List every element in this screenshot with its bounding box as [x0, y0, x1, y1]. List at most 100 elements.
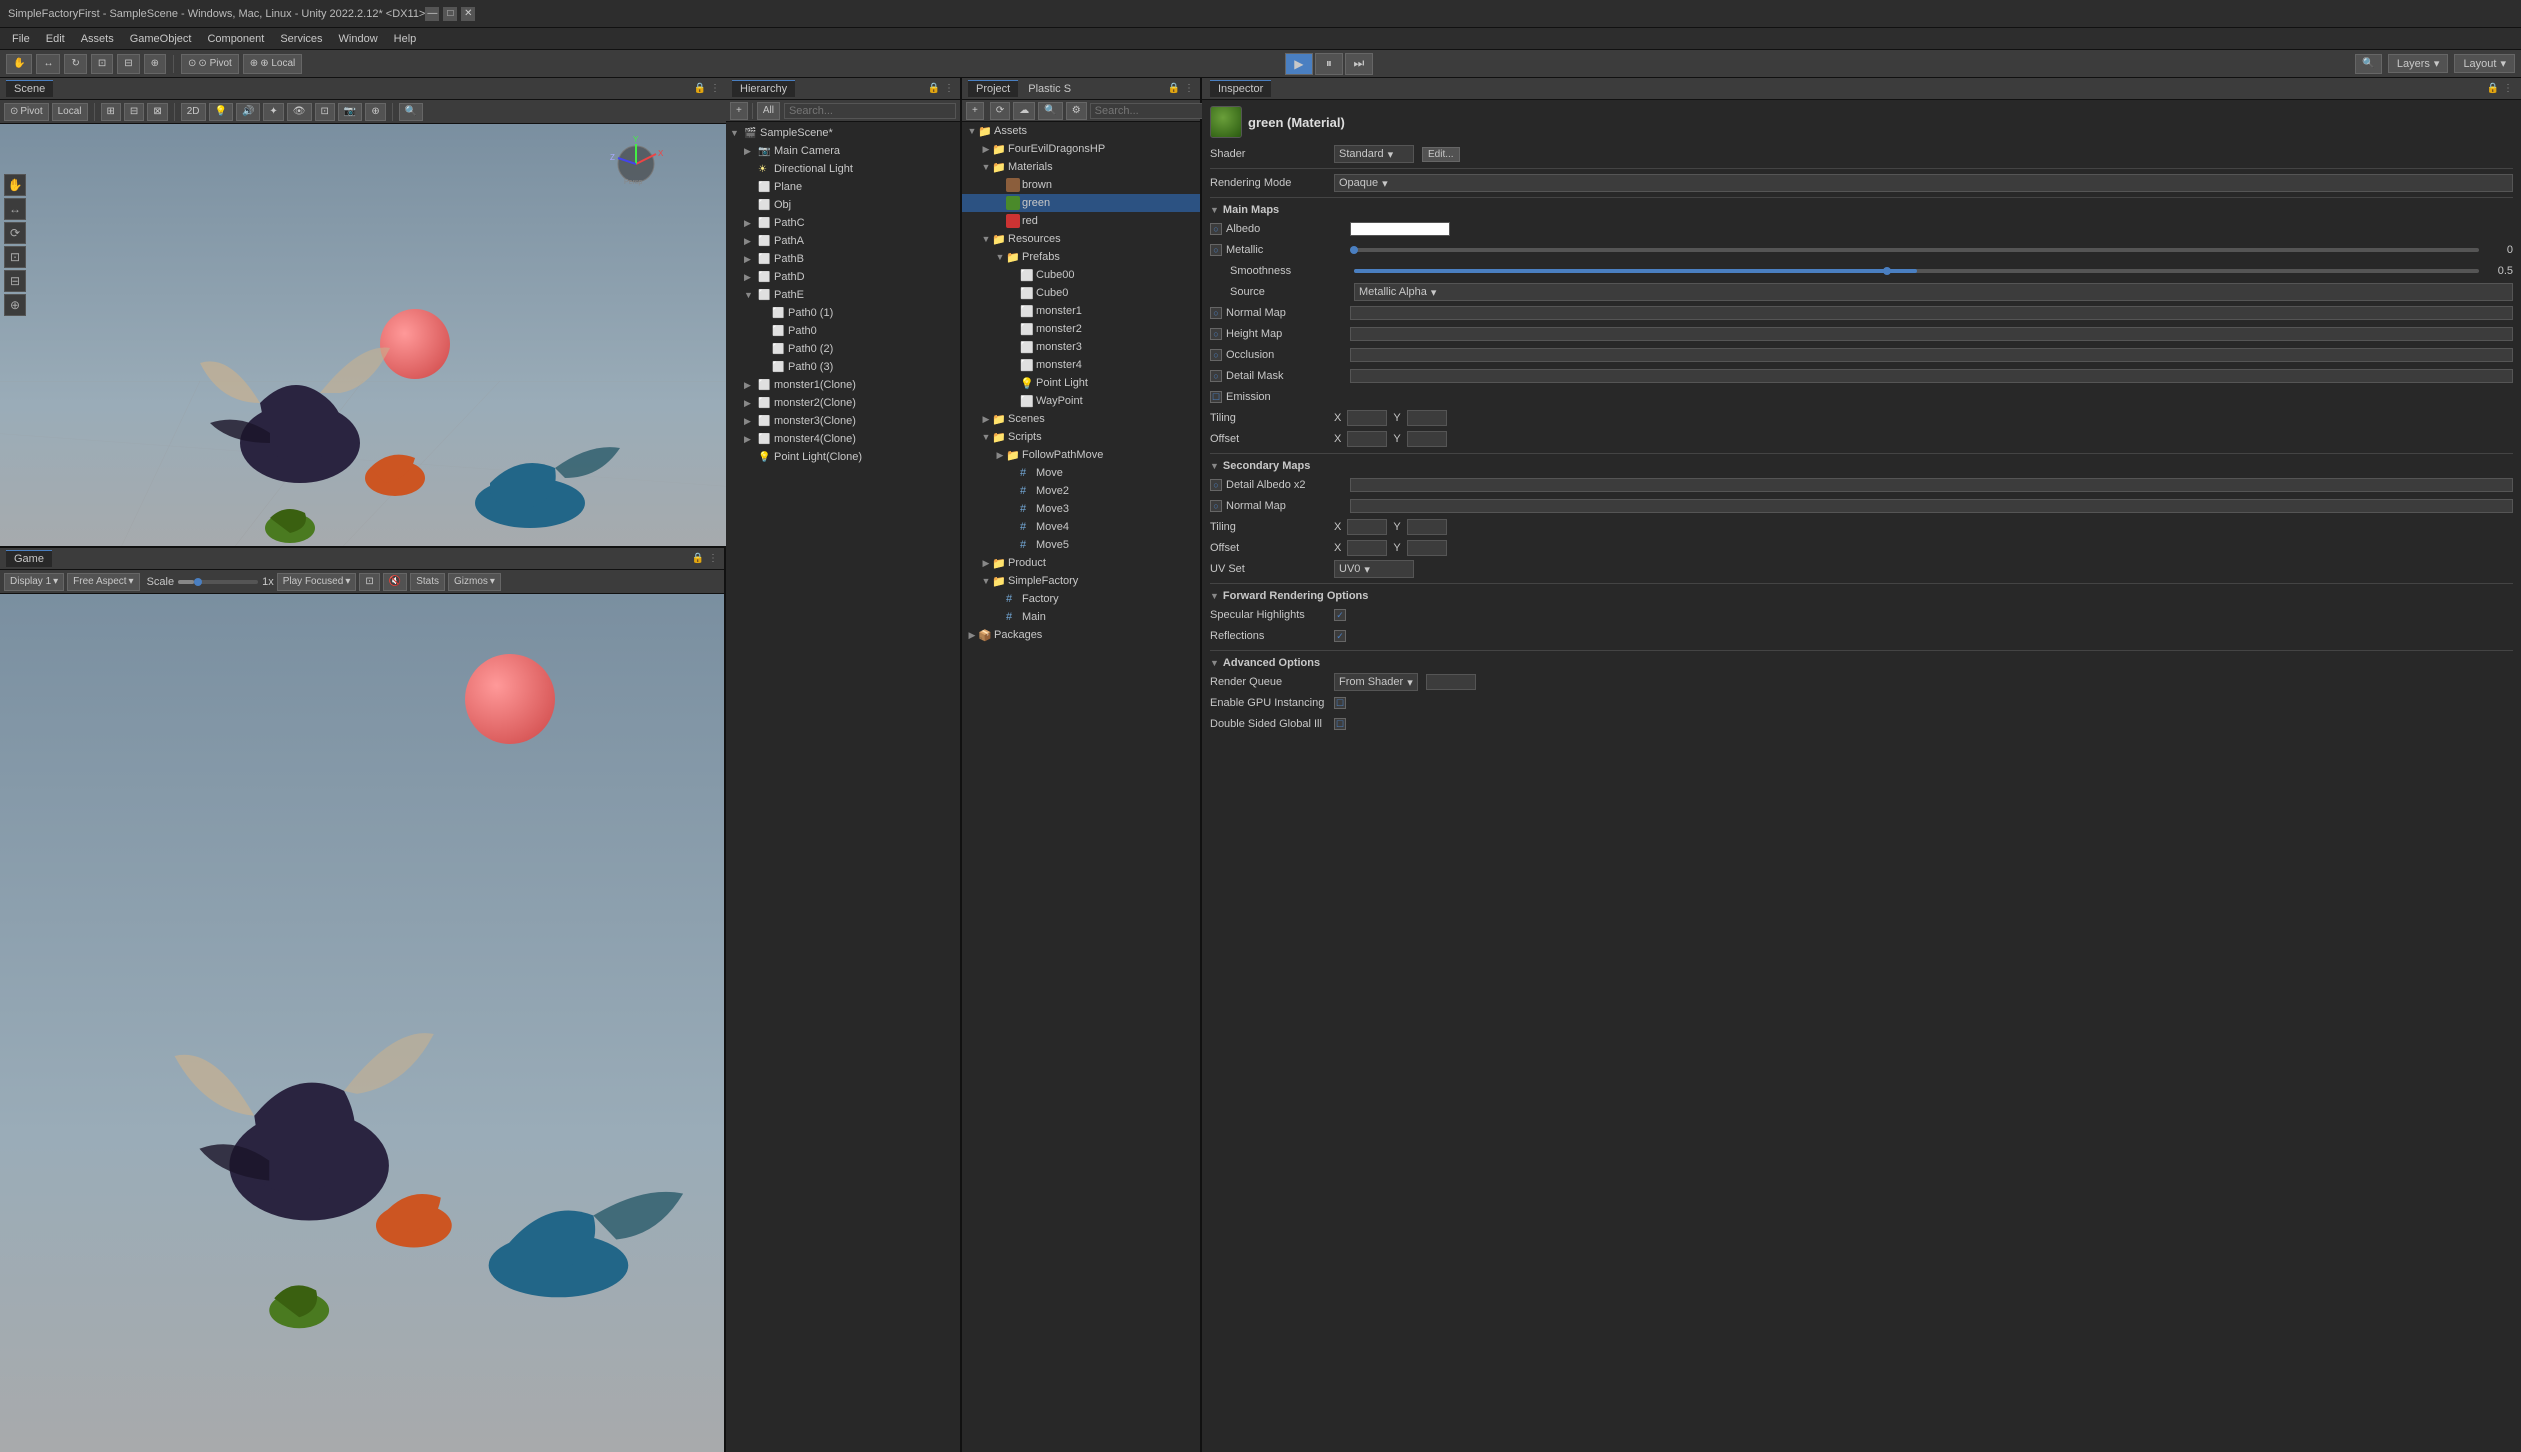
- detail-albedo-eye[interactable]: ○: [1210, 479, 1222, 491]
- game-maximize-btn[interactable]: ⊡: [359, 573, 379, 591]
- hier-main-camera[interactable]: ▶ 📷 Main Camera: [726, 142, 960, 160]
- metallic-slider[interactable]: [1350, 248, 2479, 252]
- proj-cube00[interactable]: ⬜ Cube00: [962, 266, 1200, 284]
- normal-map-slot[interactable]: [1350, 306, 2513, 320]
- hier-path01[interactable]: ⬜ Path0 (1): [726, 304, 960, 322]
- offset-y[interactable]: 0: [1407, 431, 1447, 447]
- scene-tab[interactable]: Scene: [6, 80, 53, 97]
- proj-move5[interactable]: # Move5: [962, 536, 1200, 554]
- render-queue-dropdown[interactable]: From Shader ▾: [1334, 673, 1418, 691]
- metallic-eye[interactable]: ○: [1210, 244, 1222, 256]
- hier-m4c[interactable]: ▶ ⬜ monster4(Clone): [726, 430, 960, 448]
- smoothness-slider[interactable]: [1354, 269, 2479, 273]
- hier-patha[interactable]: ▶ ⬜ PathA: [726, 232, 960, 250]
- offset2-y[interactable]: 0: [1407, 540, 1447, 556]
- tool-scale[interactable]: ⊡: [91, 54, 113, 74]
- game-lock-icon[interactable]: 🔒: [692, 553, 704, 564]
- inspector-more-icon[interactable]: ⋮: [2503, 83, 2513, 94]
- proj-followpath[interactable]: ▶ 📁 FollowPathMove: [962, 446, 1200, 464]
- inspector-lock-icon[interactable]: 🔒: [2487, 83, 2499, 94]
- window-controls[interactable]: — □ ✕: [425, 7, 475, 21]
- proj-dragons[interactable]: ▶ 📁 FourEvilDragonsHP: [962, 140, 1200, 158]
- proj-packages[interactable]: ▶ 📦 Packages: [962, 626, 1200, 644]
- albedo-swatch[interactable]: [1350, 222, 1450, 236]
- minimize-btn[interactable]: —: [425, 7, 439, 21]
- uv-dropdown[interactable]: UV0 ▾: [1334, 560, 1414, 578]
- proj-m3[interactable]: ⬜ monster3: [962, 338, 1200, 356]
- hier-path02[interactable]: ⬜ Path0 (2): [726, 340, 960, 358]
- normal-map2-slot[interactable]: [1350, 499, 2513, 513]
- proj-move4[interactable]: # Move4: [962, 518, 1200, 536]
- scene-fx-btn[interactable]: ✦: [263, 103, 283, 121]
- hierarchy-lock-icon[interactable]: 🔒: [928, 83, 940, 94]
- render-queue-value[interactable]: 2000: [1426, 674, 1476, 690]
- proj-waypoint[interactable]: ⬜ WayPoint: [962, 392, 1200, 410]
- play-btn[interactable]: ▶: [1285, 53, 1313, 75]
- offset2-x[interactable]: 0: [1347, 540, 1387, 556]
- mat-green[interactable]: green: [962, 194, 1200, 212]
- proj-m4[interactable]: ⬜ monster4: [962, 356, 1200, 374]
- play-focused-btn[interactable]: Play Focused▾: [277, 573, 357, 591]
- project-tab[interactable]: Project: [968, 80, 1018, 97]
- assets-root[interactable]: ▼ 📁 Assets: [962, 122, 1200, 140]
- hier-m3c[interactable]: ▶ ⬜ monster3(Clone): [726, 412, 960, 430]
- hier-plane[interactable]: ⬜ Plane: [726, 178, 960, 196]
- hierarchy-search[interactable]: [784, 103, 956, 119]
- menu-edit[interactable]: Edit: [38, 31, 73, 47]
- tool-rotate[interactable]: ↻: [64, 54, 86, 74]
- detail-albedo-slot[interactable]: [1350, 478, 2513, 492]
- height-map-slot[interactable]: [1350, 327, 2513, 341]
- albedo-eye[interactable]: ○: [1210, 223, 1222, 235]
- proj-m2[interactable]: ⬜ monster2: [962, 320, 1200, 338]
- scale-thumb[interactable]: [194, 578, 202, 586]
- height-eye[interactable]: ○: [1210, 328, 1222, 340]
- tool-hand[interactable]: ✋: [6, 54, 32, 74]
- project-add-btn[interactable]: +: [966, 102, 984, 120]
- layers-btn[interactable]: Layers ▾: [2388, 54, 2449, 73]
- proj-m1[interactable]: ⬜ monster1: [962, 302, 1200, 320]
- emission-check[interactable]: ☐: [1210, 391, 1222, 403]
- project-more-icon[interactable]: ⋮: [1184, 83, 1194, 94]
- rendering-dropdown[interactable]: Opaque ▾: [1334, 174, 2513, 192]
- menu-window[interactable]: Window: [331, 31, 386, 47]
- scene-gizmo[interactable]: X Y Z Persp: [606, 134, 666, 194]
- tool-r[interactable]: ⊡: [4, 246, 26, 268]
- scene-pivot-btn[interactable]: ⊙Pivot: [4, 103, 49, 121]
- proj-scenes[interactable]: ▶ 📁 Scenes: [962, 410, 1200, 428]
- scene-2d-btn[interactable]: 2D: [181, 103, 206, 121]
- project-btn3[interactable]: 🔍: [1038, 102, 1062, 120]
- step-btn[interactable]: ⏭: [1345, 53, 1373, 75]
- hier-pathb[interactable]: ▶ ⬜ PathB: [726, 250, 960, 268]
- tool-multi[interactable]: ⊕: [144, 54, 166, 74]
- scene-more-icon[interactable]: ⋮: [710, 83, 720, 94]
- hier-m1c[interactable]: ▶ ⬜ monster1(Clone): [726, 376, 960, 394]
- menu-services[interactable]: Services: [272, 31, 330, 47]
- inspector-tab[interactable]: Inspector: [1210, 80, 1271, 97]
- mat-red[interactable]: red: [962, 212, 1200, 230]
- tool-e[interactable]: ⟳: [4, 222, 26, 244]
- scale-slider[interactable]: [178, 580, 258, 584]
- mat-brown[interactable]: brown: [962, 176, 1200, 194]
- hier-pathd[interactable]: ▶ ⬜ PathD: [726, 268, 960, 286]
- aspect-btn[interactable]: Free Aspect▾: [67, 573, 139, 591]
- menu-assets[interactable]: Assets: [73, 31, 122, 47]
- detail-eye[interactable]: ○: [1210, 370, 1222, 382]
- project-btn4[interactable]: ⚙: [1066, 102, 1087, 120]
- occlusion-slot[interactable]: [1350, 348, 2513, 362]
- proj-main[interactable]: # Main: [962, 608, 1200, 626]
- menu-file[interactable]: File: [4, 31, 38, 47]
- scene-layout2-btn[interactable]: ⊟: [124, 103, 144, 121]
- project-lock-icon[interactable]: 🔒: [1168, 83, 1180, 94]
- tiling-y[interactable]: 1: [1407, 410, 1447, 426]
- hierarchy-tab[interactable]: Hierarchy: [732, 80, 795, 97]
- scene-lock-icon[interactable]: 🔒: [694, 83, 706, 94]
- local-btn[interactable]: ⊕ ⊕ Local: [243, 54, 302, 74]
- game-more-icon[interactable]: ⋮: [708, 553, 718, 564]
- proj-factory[interactable]: # Factory: [962, 590, 1200, 608]
- proj-materials[interactable]: ▼ 📁 Materials: [962, 158, 1200, 176]
- scene-cam-btn[interactable]: 📷: [338, 103, 362, 121]
- tiling2-y[interactable]: 1: [1407, 519, 1447, 535]
- layout-btn[interactable]: Layout ▾: [2454, 54, 2515, 73]
- normal2-eye[interactable]: ○: [1210, 500, 1222, 512]
- scene-extra-btn[interactable]: ⊕: [365, 103, 385, 121]
